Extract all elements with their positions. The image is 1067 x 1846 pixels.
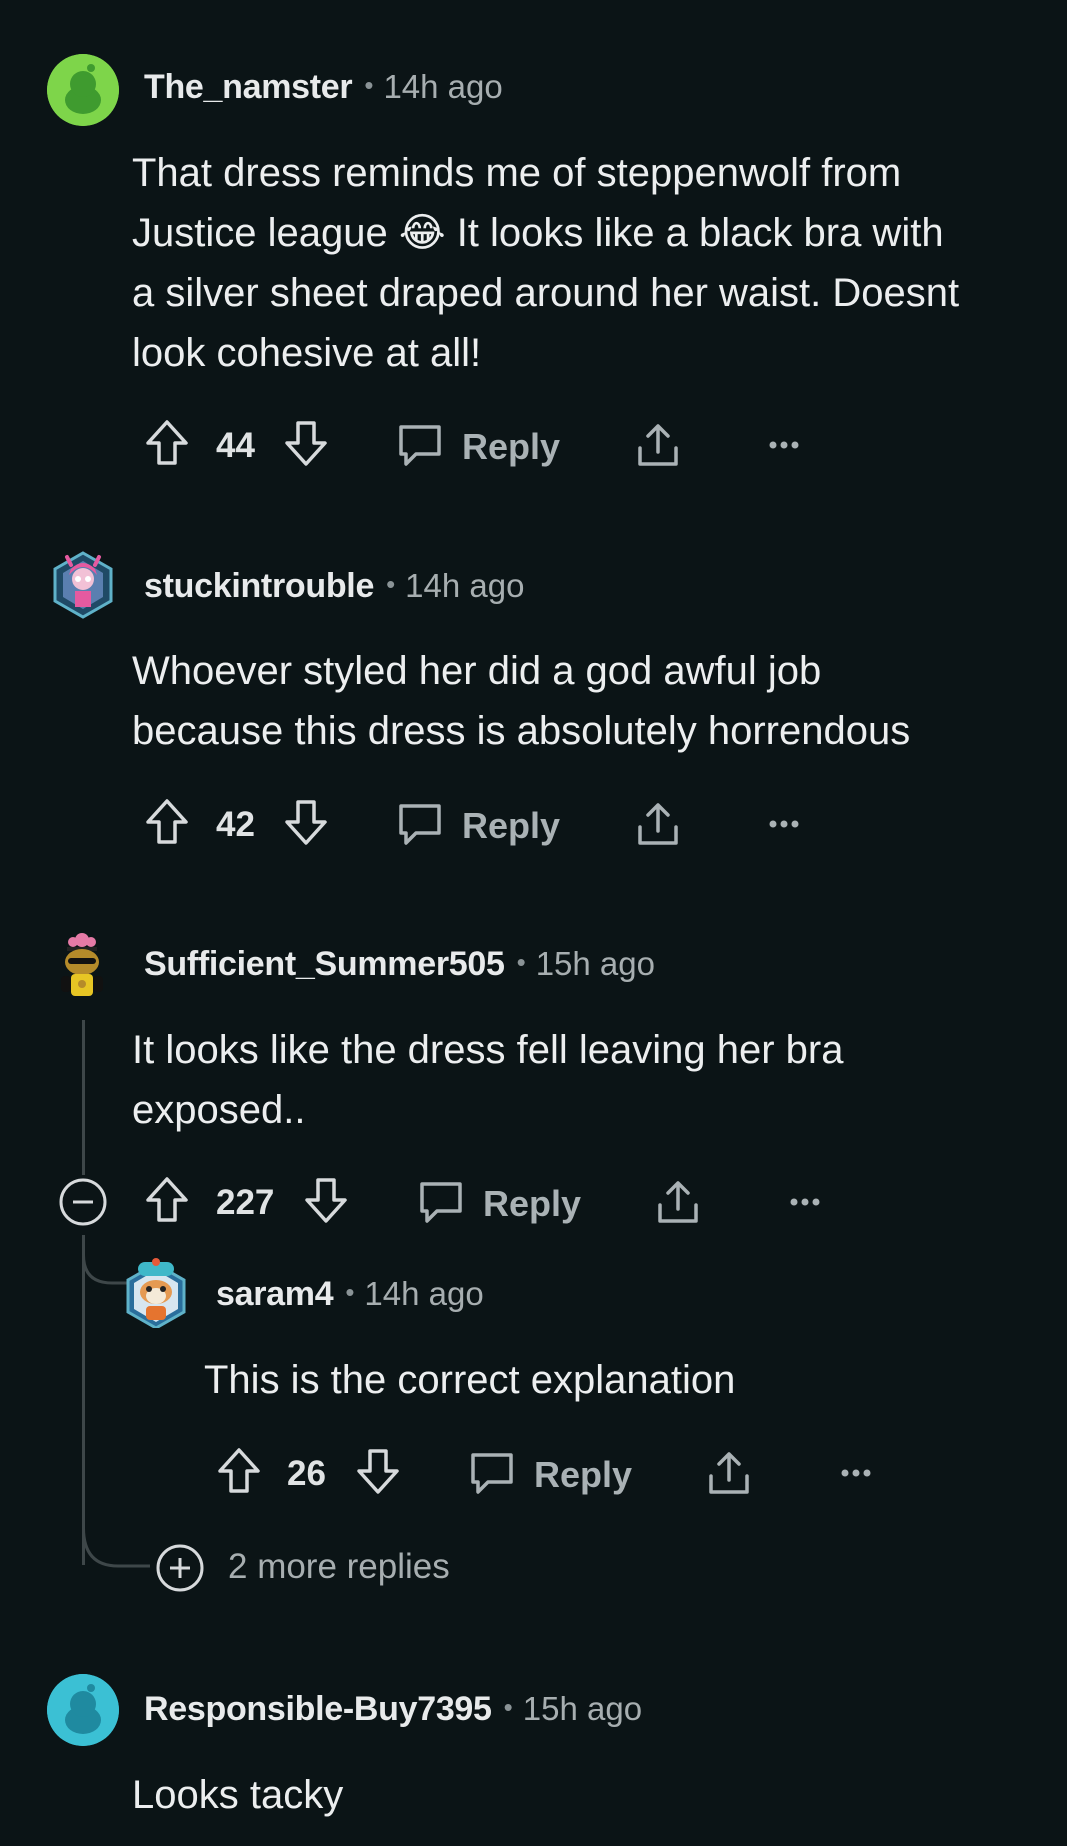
comment-icon[interactable]: [417, 1179, 465, 1225]
comment-header: The_namster • 14h ago: [144, 68, 503, 107]
comment-line: Justice league 😂 It looks like a black b…: [132, 211, 944, 255]
share-icon[interactable]: [654, 1177, 702, 1227]
thread-connector: [82, 1520, 150, 1568]
comment-icon[interactable]: [468, 1450, 516, 1496]
comment-actions: 227 Reply: [0, 1175, 1067, 1235]
comment-body: Looks tacky: [132, 1765, 1022, 1825]
timestamp: 15h ago: [522, 1690, 643, 1727]
share-icon[interactable]: [705, 1448, 753, 1498]
comment-line: That dress reminds me of steppenwolf fro…: [132, 151, 902, 195]
more-replies-link[interactable]: 2 more replies: [228, 1547, 450, 1587]
username[interactable]: saram4: [216, 1275, 334, 1314]
comment-header: Sufficient_Summer505 • 15h ago: [144, 945, 655, 984]
comment-header: Responsible-Buy7395 • 15h ago: [144, 1690, 642, 1729]
username[interactable]: The_namster: [144, 68, 353, 107]
separator-dot: •: [364, 70, 374, 100]
vote-count: 227: [216, 1183, 275, 1222]
comment-header: stuckintrouble • 14h ago: [144, 567, 524, 606]
upvote-icon[interactable]: [144, 1175, 190, 1225]
downvote-icon[interactable]: [303, 1175, 349, 1225]
comment-icon[interactable]: [396, 801, 444, 847]
comment-actions: 42 Reply: [0, 797, 1067, 857]
comment-line: Looks tacky: [132, 1773, 344, 1817]
more-options-icon[interactable]: [840, 1468, 872, 1478]
comment-line: Whoever styled her did a god awful job: [132, 649, 822, 693]
reply-button[interactable]: Reply: [462, 805, 560, 847]
timestamp: 14h ago: [364, 1275, 484, 1312]
share-icon[interactable]: [634, 420, 682, 470]
comment-actions: 44 Reply: [0, 418, 1067, 478]
username[interactable]: Responsible-Buy7395: [144, 1690, 492, 1729]
comment-icon[interactable]: [396, 422, 444, 468]
comment-body: This is the correct explanation: [204, 1350, 1044, 1410]
more-options-icon[interactable]: [768, 819, 800, 829]
expand-icon[interactable]: [155, 1543, 205, 1593]
separator-dot: •: [503, 1692, 513, 1722]
downvote-icon[interactable]: [283, 418, 329, 468]
collapse-icon[interactable]: [58, 1177, 108, 1227]
username[interactable]: Sufficient_Summer505: [144, 945, 505, 984]
thread-line[interactable]: [82, 1020, 85, 1175]
reply-button[interactable]: Reply: [534, 1454, 632, 1496]
reply-button[interactable]: Reply: [483, 1183, 581, 1225]
more-options-icon[interactable]: [768, 440, 800, 450]
timestamp: 14h ago: [383, 68, 503, 105]
timestamp: 15h ago: [535, 945, 655, 982]
avatar[interactable]: [47, 549, 119, 621]
avatar[interactable]: [51, 930, 123, 1002]
comment-body: It looks like the dress fell leaving her…: [132, 1020, 1022, 1140]
avatar[interactable]: [47, 1674, 119, 1746]
username[interactable]: stuckintrouble: [144, 567, 374, 606]
comment-line: look cohesive at all!: [132, 331, 482, 375]
comment-line: a silver sheet draped around her waist. …: [132, 271, 960, 315]
comment-line: exposed..: [132, 1088, 306, 1132]
downvote-icon[interactable]: [355, 1446, 401, 1496]
comment-line: It looks like the dress fell leaving her…: [132, 1028, 844, 1072]
comment-line: because this dress is absolutely horrend…: [132, 709, 911, 753]
avatar[interactable]: [124, 1256, 196, 1328]
vote-count: 26: [287, 1454, 326, 1493]
avatar[interactable]: [47, 54, 119, 126]
upvote-icon[interactable]: [216, 1446, 262, 1496]
vote-count: 44: [216, 426, 255, 465]
comment-body: That dress reminds me of steppenwolf fro…: [132, 143, 1022, 383]
downvote-icon[interactable]: [283, 797, 329, 847]
reply-button[interactable]: Reply: [462, 426, 560, 468]
more-options-icon[interactable]: [789, 1197, 821, 1207]
vote-count: 42: [216, 805, 255, 844]
timestamp: 14h ago: [405, 567, 525, 604]
separator-dot: •: [516, 947, 526, 977]
separator-dot: •: [345, 1277, 355, 1307]
comment-body: Whoever styled her did a god awful job b…: [132, 641, 1022, 761]
separator-dot: •: [386, 569, 396, 599]
comment-header: saram4 • 14h ago: [216, 1275, 484, 1314]
upvote-icon[interactable]: [144, 418, 190, 468]
comment-line: This is the correct explanation: [204, 1358, 736, 1402]
upvote-icon[interactable]: [144, 797, 190, 847]
comment-actions: 26 Reply: [0, 1446, 1067, 1506]
share-icon[interactable]: [634, 799, 682, 849]
